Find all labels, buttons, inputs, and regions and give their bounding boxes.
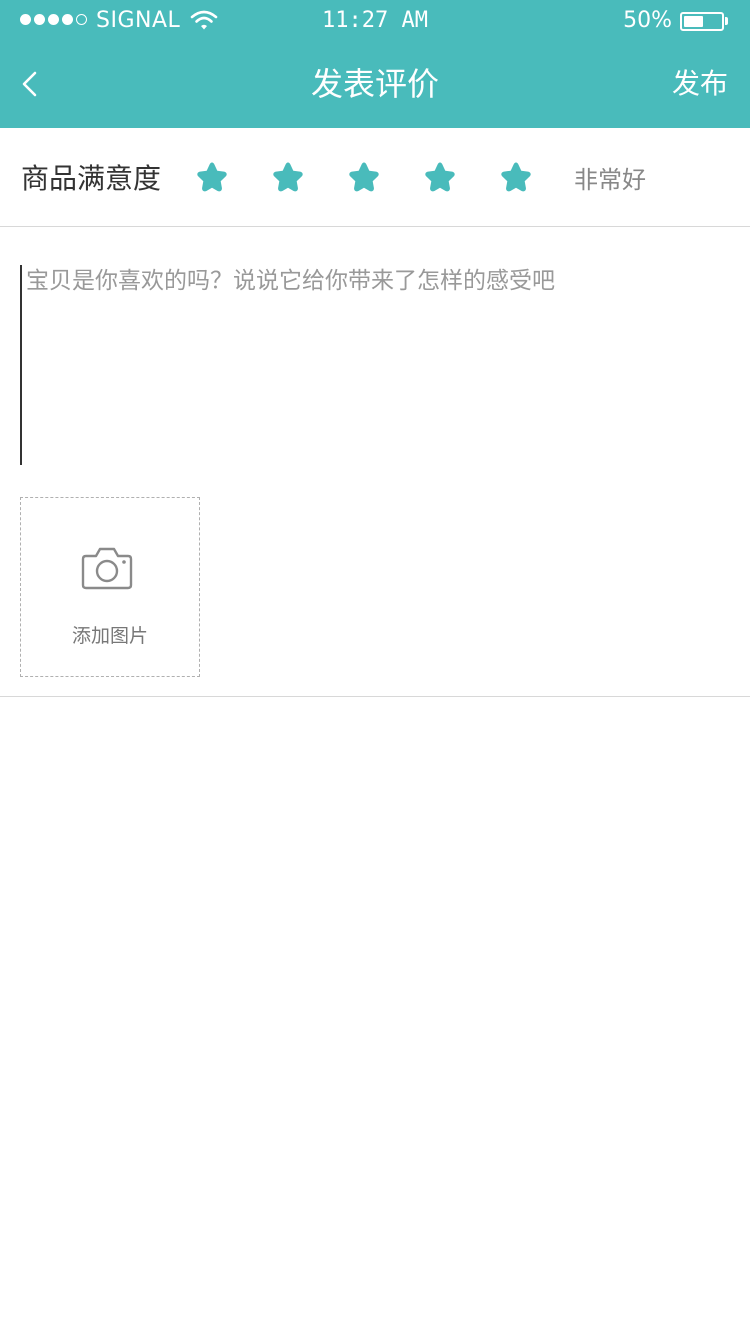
- battery-icon: [680, 12, 724, 31]
- status-bar: SIGNAL 11:27 AM 50%: [0, 0, 750, 40]
- star-icon[interactable]: [193, 159, 231, 197]
- star-icon[interactable]: [497, 159, 535, 197]
- star-icon[interactable]: [421, 159, 459, 197]
- battery-percentage: 50%: [623, 8, 672, 33]
- camera-icon: [81, 547, 133, 590]
- review-area: 宝贝是你喜欢的吗？说说它给你带来了怎样的感受吧 添加图片: [0, 227, 750, 697]
- add-photo-label: 添加图片: [71, 625, 148, 647]
- review-placeholder: 宝贝是你喜欢的吗？说说它给你带来了怎样的感受吧: [26, 268, 555, 294]
- header: SIGNAL 11:27 AM 50% 发表评价 发布: [0, 0, 750, 128]
- publish-button[interactable]: 发布: [672, 66, 728, 102]
- rating-row: 商品满意度 非常好: [0, 128, 750, 227]
- star-icon[interactable]: [345, 159, 383, 197]
- battery-cap: [725, 17, 728, 25]
- page-title: 发表评价: [310, 65, 439, 103]
- star-icon[interactable]: [269, 159, 307, 197]
- rating-text: 非常好: [574, 166, 646, 194]
- battery-level: [684, 16, 703, 27]
- add-photo-button[interactable]: 添加图片: [20, 497, 200, 677]
- rating-label: 商品满意度: [21, 162, 162, 195]
- review-input[interactable]: 宝贝是你喜欢的吗？说说它给你带来了怎样的感受吧: [20, 265, 730, 465]
- nav-bar: 发表评价 发布: [0, 40, 750, 128]
